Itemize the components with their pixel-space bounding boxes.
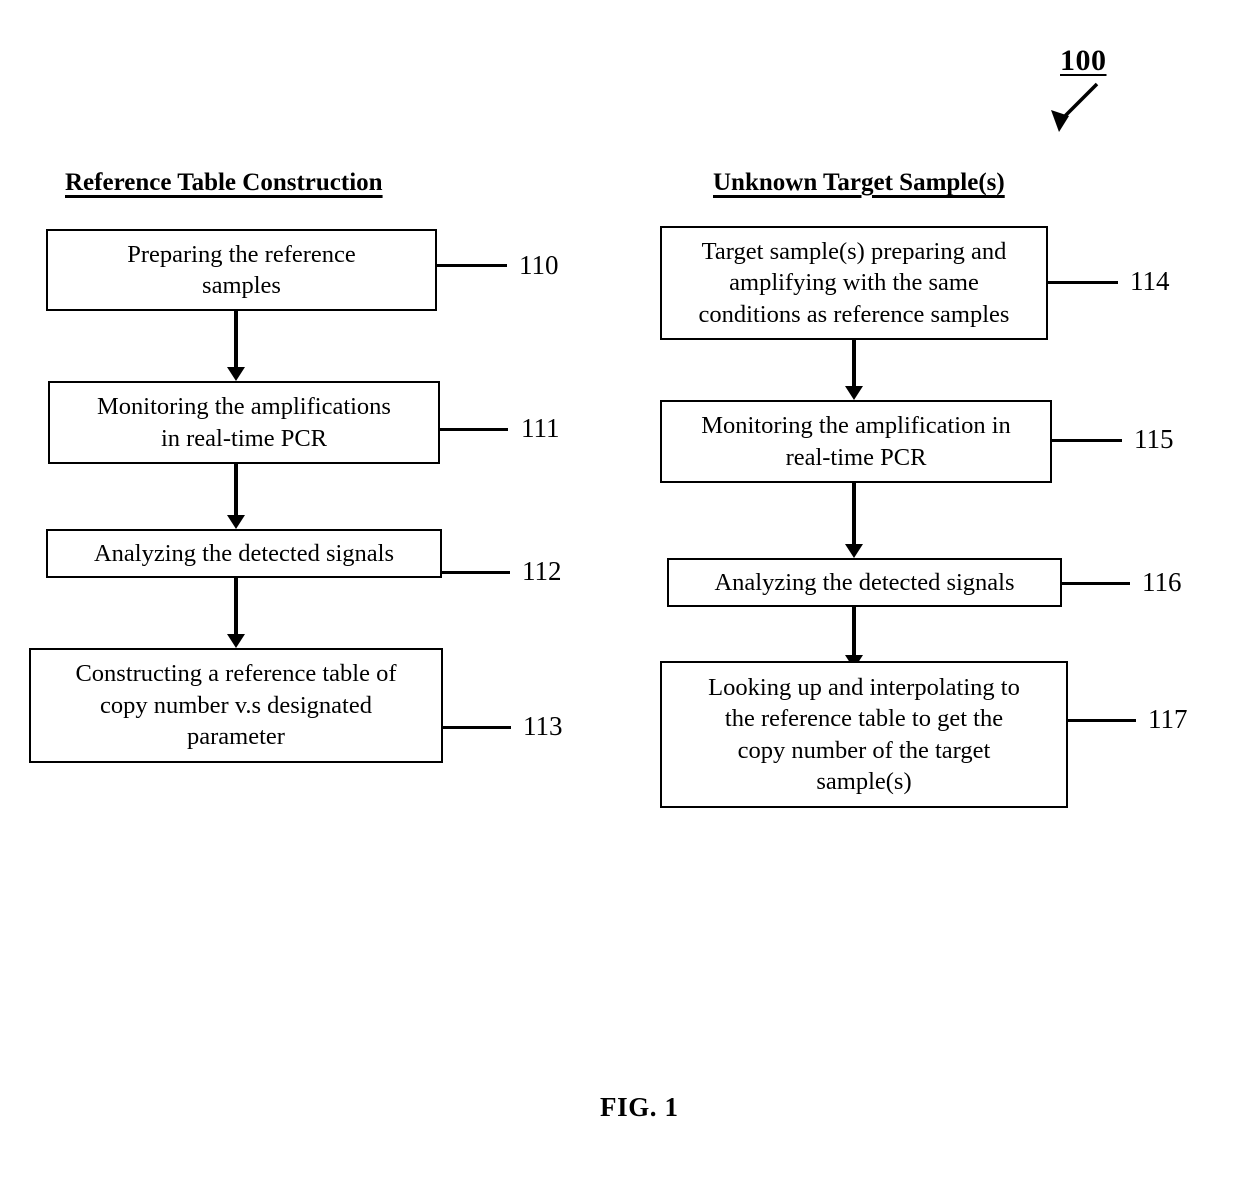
leader-line-117 bbox=[1068, 719, 1136, 722]
reference-numeral-111: 111 bbox=[521, 413, 560, 443]
reference-numeral-117: 117 bbox=[1148, 704, 1188, 734]
process-box-113: Constructing a reference table of copy n… bbox=[29, 648, 443, 763]
reference-numeral-110: 110 bbox=[519, 250, 559, 280]
process-box-117: Looking up and interpolating to the refe… bbox=[660, 661, 1068, 808]
leader-line-113 bbox=[443, 726, 511, 729]
leader-line-110 bbox=[437, 264, 507, 267]
process-box-112: Analyzing the detected signals bbox=[46, 529, 442, 578]
reference-numeral-112: 112 bbox=[522, 556, 562, 586]
process-box-114: Target sample(s) preparing and amplifyin… bbox=[660, 226, 1048, 340]
leader-line-115 bbox=[1052, 439, 1122, 442]
figure-number-100: 100 bbox=[1060, 44, 1107, 77]
process-box-110-label: Preparing the reference samples bbox=[127, 240, 356, 299]
process-box-113-label: Constructing a reference table of copy n… bbox=[75, 660, 397, 751]
process-box-111-label: Monitoring the amplifications in real-ti… bbox=[97, 393, 391, 452]
process-box-116: Analyzing the detected signals bbox=[667, 558, 1062, 607]
process-box-111: Monitoring the amplifications in real-ti… bbox=[48, 381, 440, 464]
column-heading-reference-table-construction: Reference Table Construction bbox=[65, 169, 383, 196]
leader-line-112 bbox=[442, 571, 510, 574]
process-box-115-label: Monitoring the amplification in real-tim… bbox=[701, 412, 1011, 471]
leader-line-116 bbox=[1062, 582, 1130, 585]
process-box-116-label: Analyzing the detected signals bbox=[714, 568, 1015, 596]
leader-line-114 bbox=[1048, 281, 1118, 284]
reference-numeral-115: 115 bbox=[1134, 424, 1174, 454]
leader-line-111 bbox=[440, 428, 508, 431]
process-box-115: Monitoring the amplification in real-tim… bbox=[660, 400, 1052, 483]
process-box-114-label: Target sample(s) preparing and amplifyin… bbox=[698, 237, 1010, 328]
column-heading-unknown-target-samples: Unknown Target Sample(s) bbox=[713, 169, 1005, 196]
reference-numeral-116: 116 bbox=[1142, 567, 1182, 597]
process-box-117-label: Looking up and interpolating to the refe… bbox=[708, 673, 1020, 795]
process-box-112-label: Analyzing the detected signals bbox=[93, 539, 395, 567]
patent-figure-page: 100 Reference Table Construction Prepari… bbox=[0, 0, 1240, 1186]
reference-numeral-113: 113 bbox=[523, 711, 563, 741]
reference-numeral-114: 114 bbox=[1130, 266, 1170, 296]
figure-caption: FIG. 1 bbox=[600, 1092, 679, 1122]
process-box-110: Preparing the reference samples bbox=[46, 229, 437, 311]
figure-number-pointer-arrow bbox=[1051, 82, 1099, 132]
